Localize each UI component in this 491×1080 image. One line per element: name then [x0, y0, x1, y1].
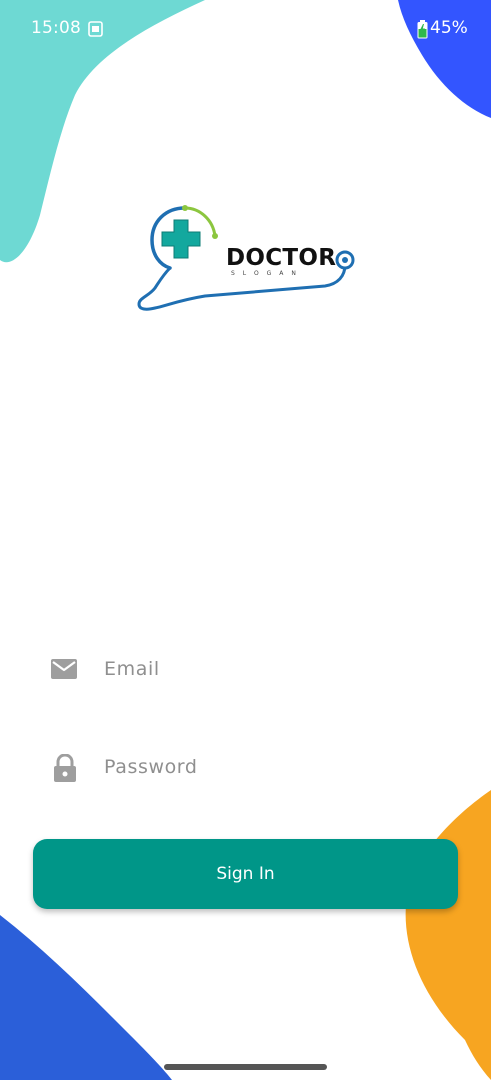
password-field[interactable] [104, 748, 434, 786]
background-shapes [0, 0, 491, 1080]
status-time: 15:08 [31, 18, 81, 38]
bottom-left-blob [0, 915, 172, 1080]
login-screen: 15:08 45% DOCTOR SLOGAN Email Sign In [0, 0, 491, 1080]
doctor-logo: DOCTOR SLOGAN [135, 200, 360, 315]
password-field-row [48, 742, 448, 792]
battery-charging-icon [417, 20, 428, 39]
bottom-right-blob [405, 790, 491, 1080]
home-indicator[interactable] [164, 1064, 327, 1070]
status-bar: 15:08 45% [0, 0, 491, 58]
logo-title: DOCTOR [226, 245, 337, 271]
sign-in-button[interactable]: Sign In [33, 839, 458, 909]
sim-card-icon [88, 21, 103, 37]
battery-percent: 45% [430, 18, 468, 38]
email-field[interactable] [104, 650, 434, 688]
email-field-row [48, 644, 448, 694]
lock-icon [54, 754, 76, 782]
mail-icon [51, 659, 77, 679]
logo-subtitle: SLOGAN [231, 270, 304, 277]
